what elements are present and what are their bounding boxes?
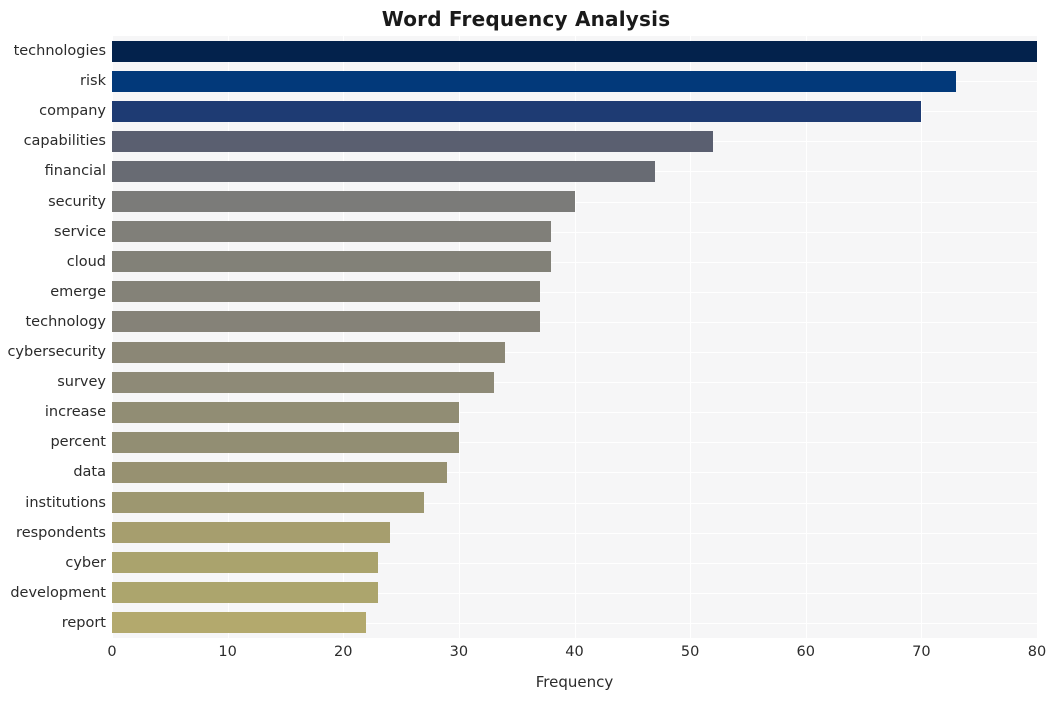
- plot-area: [112, 36, 1037, 638]
- bar: [112, 462, 448, 483]
- y-axis-tick-label: increase: [44, 404, 106, 420]
- y-axis-tick-label: company: [39, 103, 106, 119]
- y-axis-tick-label: percent: [50, 434, 106, 450]
- bar: [112, 492, 425, 513]
- y-axis-tick-label: technology: [25, 314, 106, 330]
- bar: [112, 372, 494, 393]
- bar: [112, 281, 540, 302]
- bar: [112, 582, 378, 603]
- bar: [112, 221, 552, 242]
- gridline-vertical: [343, 36, 345, 638]
- x-axis-tick-label: 40: [565, 644, 584, 660]
- bar: [112, 161, 656, 182]
- y-axis-tick-label: cyber: [65, 555, 106, 571]
- bar: [112, 131, 714, 152]
- bar: [112, 402, 459, 423]
- y-axis-tick-label: development: [10, 585, 106, 601]
- x-axis-tick-label: 80: [1027, 644, 1047, 660]
- bar: [112, 342, 506, 363]
- x-axis-tick-label: 0: [107, 644, 117, 660]
- gridline-vertical: [112, 36, 113, 638]
- gridline-vertical: [227, 36, 229, 638]
- y-axis-tick-label: risk: [80, 73, 106, 89]
- x-axis-tick-label: 50: [680, 644, 700, 660]
- bar: [112, 71, 957, 92]
- x-axis-tick-label: 70: [912, 644, 931, 660]
- x-axis-tick-labels: 0 10 20 30 40 50 60 70 80: [107, 643, 1046, 665]
- gridline-vertical: [805, 36, 807, 638]
- bar: [112, 522, 390, 543]
- y-axis-tick-label: capabilities: [23, 133, 106, 149]
- bar: [112, 101, 922, 122]
- y-axis-tick-labels: technologies risk company capabilities finan…: [0, 36, 106, 638]
- y-axis-tick-label: cybersecurity: [7, 344, 106, 360]
- gridline-vertical: [458, 36, 460, 638]
- x-axis-label: Frequency: [535, 673, 614, 691]
- y-axis-tick-label: institutions: [25, 495, 106, 511]
- x-axis-tick-label: 20: [334, 644, 353, 660]
- bar: [112, 432, 459, 453]
- bar: [112, 311, 540, 332]
- x-axis-tick-label: 30: [449, 644, 469, 660]
- bar: [112, 251, 552, 272]
- y-axis-tick-label: emerge: [50, 284, 106, 300]
- y-axis-tick-label: technologies: [13, 43, 106, 59]
- bar: [112, 191, 575, 212]
- y-axis-tick-label: service: [54, 224, 106, 240]
- gridline-vertical: [690, 36, 692, 638]
- y-axis-tick-label: financial: [44, 163, 106, 179]
- gridline-vertical: [921, 36, 923, 638]
- gridline-vertical: [574, 36, 576, 638]
- y-axis-tick-label: data: [73, 464, 106, 480]
- y-axis-tick-label: survey: [57, 374, 106, 390]
- y-axis-tick-label: respondents: [16, 525, 106, 541]
- y-axis-tick-label: security: [48, 194, 106, 210]
- y-axis-tick-label: report: [61, 615, 106, 631]
- chart-figure: Word Frequency Analysis technologies risk…: [0, 0, 1052, 701]
- y-axis-tick-label: cloud: [66, 254, 106, 270]
- x-axis-tick-label: 10: [218, 644, 237, 660]
- bar: [112, 552, 378, 573]
- bar: [112, 612, 367, 633]
- chart-title: Word Frequency Analysis: [381, 7, 671, 31]
- x-axis-tick-label: 60: [796, 644, 815, 660]
- bar: [112, 41, 1037, 62]
